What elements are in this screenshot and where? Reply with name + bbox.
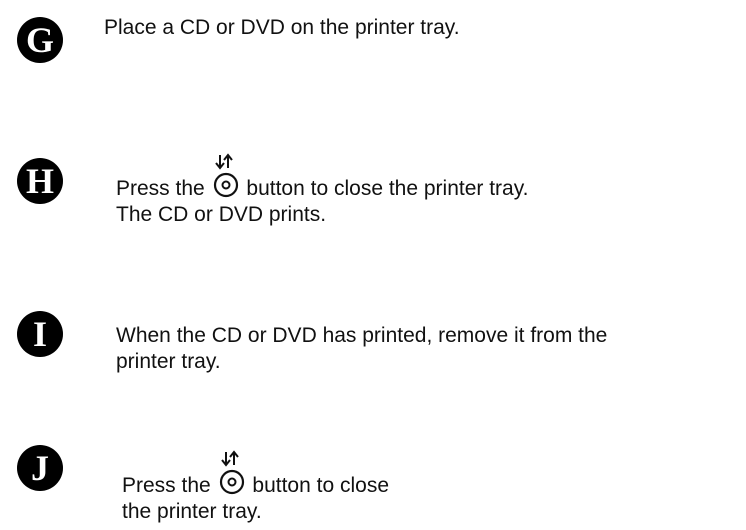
step-i-text: When the CD or DVD has printed, remove i… — [116, 323, 607, 375]
step-badge-g: G — [17, 17, 63, 63]
step-h-line-1-before: Press the — [116, 177, 205, 200]
step-h-line-2: The CD or DVD prints. — [116, 203, 327, 226]
step-i-line-1: When the CD or DVD has printed, remove i… — [116, 324, 608, 347]
step-h-text: Press the button to close the printer tr… — [116, 153, 529, 228]
step-g-line-1: Place a CD or DVD on the printer tray. — [104, 16, 460, 39]
step-g-text: Place a CD or DVD on the printer tray. — [104, 15, 460, 41]
step-badge-h: H — [17, 158, 63, 204]
step-j-line-1-after: button to close — [252, 474, 389, 497]
step-j-line-2: the printer tray. — [122, 500, 262, 523]
disc-eject-close-button-icon — [213, 153, 239, 199]
step-j-line-1-before: Press the — [122, 474, 211, 497]
step-j-text: Press the button to close the printer tr… — [122, 450, 389, 525]
disc-eject-close-button-icon — [219, 450, 245, 496]
step-j-line-1: Press the button to close — [122, 450, 389, 499]
step-badge-j: J — [17, 445, 63, 491]
step-h-line-1: Press the button to close the printer tr… — [116, 153, 529, 202]
step-h-line-1-after: button to close the printer tray. — [246, 177, 529, 200]
step-badge-i: I — [17, 311, 63, 357]
step-i-line-2: printer tray. — [116, 350, 221, 373]
